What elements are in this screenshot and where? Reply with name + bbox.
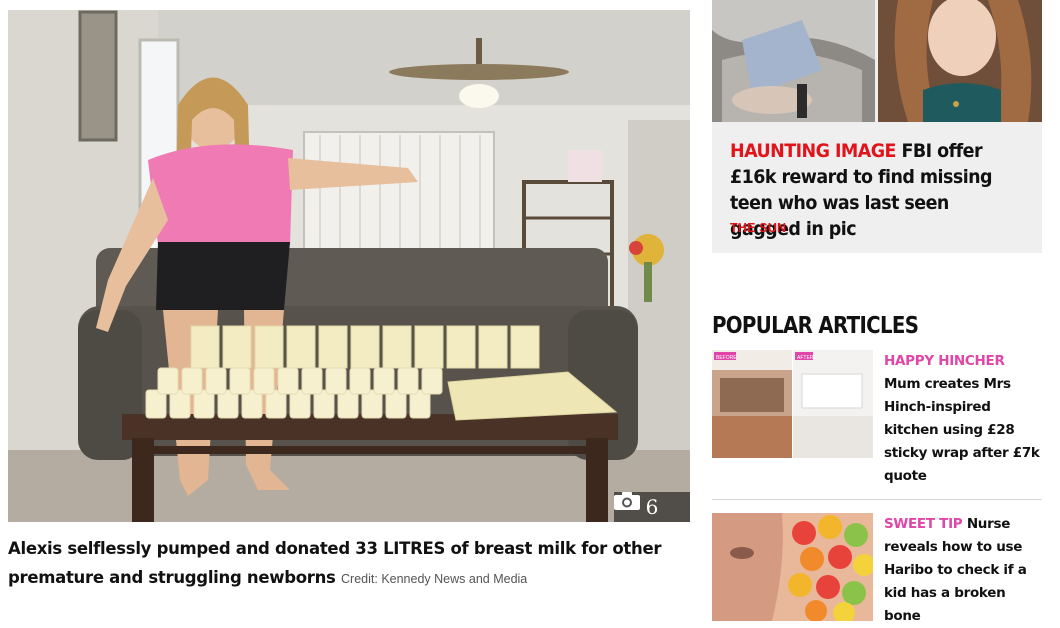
article-text[interactable]: SWEET TIP Nurse reveals how to use Harib… bbox=[884, 513, 1044, 628]
promo-card[interactable]: HAUNTING IMAGE FBI offer £16k reward to … bbox=[712, 0, 1042, 253]
article-headline: Mum creates Mrs Hinch-inspired kitchen u… bbox=[884, 376, 1040, 484]
before-tag: BEFORE bbox=[716, 355, 737, 361]
article-kicker: HAPPY HINCHER bbox=[884, 353, 1005, 369]
gallery-count: 6 bbox=[645, 495, 659, 519]
gallery-count-button[interactable]: 6 bbox=[614, 492, 690, 522]
after-tag: AFTER bbox=[797, 355, 814, 361]
caption-text: Alexis selflessly pumped and donated 33 … bbox=[8, 539, 662, 587]
article-text[interactable]: HAPPY HINCHER Mum creates Mrs Hinch-insp… bbox=[884, 350, 1044, 488]
camera-icon bbox=[614, 492, 640, 510]
article-thumbnail bbox=[712, 513, 873, 621]
promo-kicker: HAUNTING IMAGE bbox=[730, 140, 896, 162]
article-divider bbox=[712, 499, 1042, 500]
promo-image-right bbox=[878, 0, 1042, 122]
article-kicker: SWEET TIP bbox=[884, 516, 963, 532]
article-headline: Nurse reveals how to use Haribo to check… bbox=[884, 516, 1027, 624]
promo-source: THE SUN bbox=[730, 221, 787, 235]
popular-articles-heading: POPULAR ARTICLES bbox=[712, 313, 919, 339]
hero-caption: Alexis selflessly pumped and donated 33 … bbox=[8, 534, 698, 594]
hero-photo-illustration bbox=[8, 10, 690, 522]
article-thumbnail: BEFORE AFTER bbox=[712, 350, 873, 458]
hero-image[interactable]: 6 bbox=[8, 10, 690, 522]
promo-image-left bbox=[712, 0, 875, 122]
photo-credit: Credit: Kennedy News and Media bbox=[341, 572, 528, 586]
